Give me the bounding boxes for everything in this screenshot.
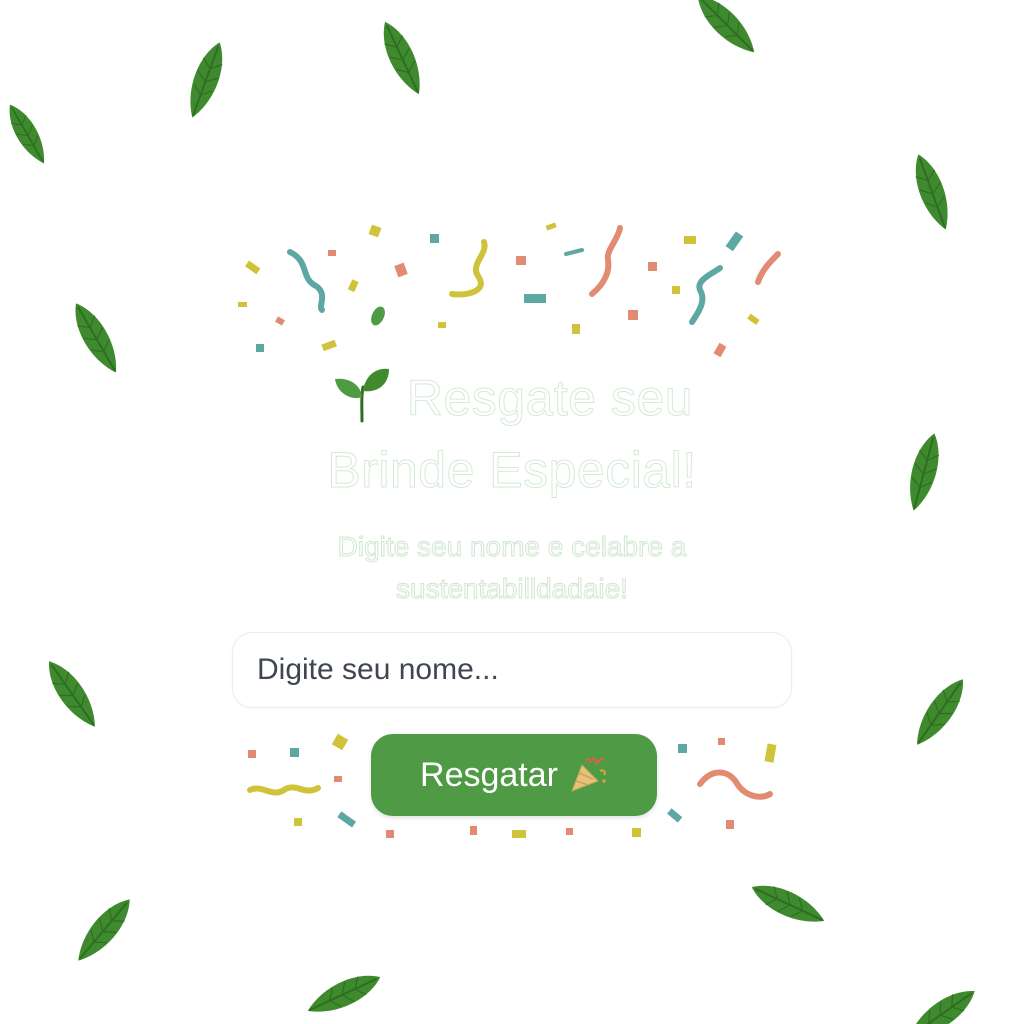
subtitle: Digite seu nome e celabre a sustentabill… [240, 526, 784, 610]
redeem-button[interactable]: Resgatar [371, 734, 657, 816]
title-line-1: Resgate seu [406, 370, 694, 427]
page-background: Resgate seu Brinde Especial! Digite seu … [0, 0, 1024, 1024]
title-block: Resgate seu Brinde Especial! [240, 362, 784, 506]
name-input[interactable] [232, 632, 792, 708]
sprout-icon [334, 368, 389, 423]
page-title: Resgate seu Brinde Especial! [240, 362, 784, 506]
subtitle-line-2: sustentabilldadaie! [396, 573, 629, 605]
confetti-decoration [238, 222, 781, 838]
redeem-button-label: Resgatar [420, 755, 558, 794]
subtitle-line-1: Digite seu nome e celabre a [337, 531, 687, 563]
title-line-2: Brinde Especial! [327, 442, 697, 499]
party-popper-icon [571, 757, 606, 792]
